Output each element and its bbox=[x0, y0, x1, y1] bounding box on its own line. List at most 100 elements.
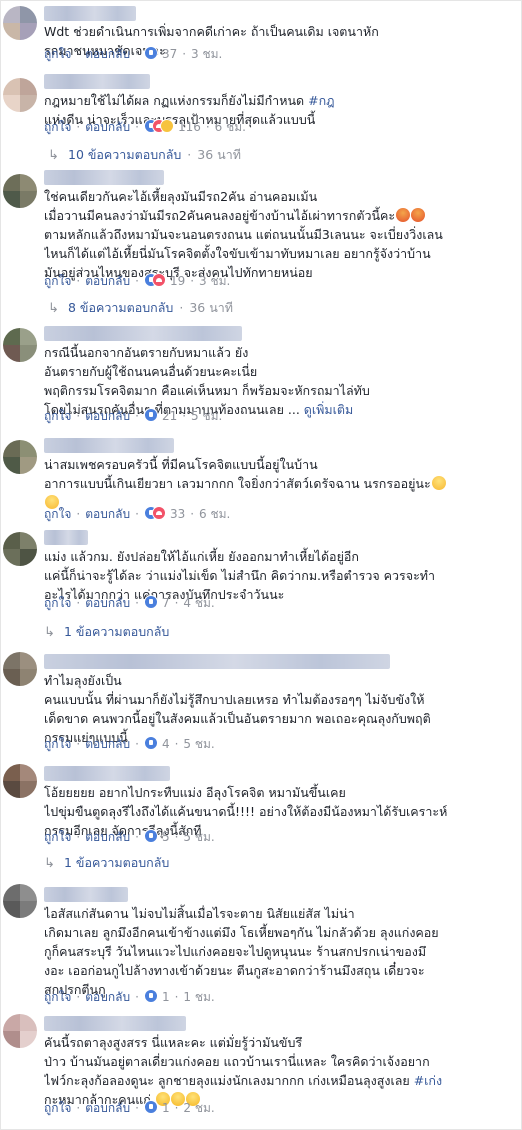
comment-line: งอะ เออก่อนกูไปล้างทางเข้าด้วยนะ ตีนกูสะ… bbox=[44, 963, 425, 978]
angry-emoji-icon bbox=[411, 208, 426, 222]
like-link[interactable]: ถูกใจ bbox=[44, 596, 71, 610]
avatar[interactable] bbox=[3, 1014, 37, 1048]
comment-line: เด็ดขาด คนพวกนี้อยู่ในสังคมแล้วเป็นอันตร… bbox=[44, 711, 431, 726]
view-replies-link[interactable]: ↳ 8 ข้อความตอบกลับ · 36 นาที bbox=[48, 300, 233, 316]
replies-timestamp: 36 นาที bbox=[197, 147, 241, 162]
comment-line: อันตรายกับผู้ใช้ถนนคนอื่นด้วยนะคะเนี่ย bbox=[44, 364, 258, 379]
reactions[interactable] bbox=[143, 46, 159, 60]
comment: ไอสัสแก่สันดาน ไม่จบไม่สิ้นเมื่อไรจะตาย … bbox=[0, 880, 522, 1008]
comment-text: น่าสมเพชครอบครัวนี้ ที่มีคนโรคจิตแบบนี้อ… bbox=[44, 436, 514, 512]
timestamp[interactable]: 6 ชม. bbox=[215, 120, 246, 134]
like-link[interactable]: ถูกใจ bbox=[44, 274, 71, 288]
like-link[interactable]: ถูกใจ bbox=[44, 47, 71, 61]
reactions[interactable] bbox=[143, 989, 159, 1003]
comment-line: Wdt ช่วยดำเนินการเพิ่มจากคดีเก่าคะ ถ้าเป… bbox=[44, 24, 379, 39]
see-more-link[interactable]: ดูเพิ่มเติม bbox=[304, 402, 354, 417]
comment: แม่ง แล้วกม. ยังปล่อยให้ไอ้แก่เหี้ย ยังอ… bbox=[0, 528, 522, 618]
reply-arrow-icon: ↳ bbox=[44, 625, 55, 640]
view-replies-link[interactable]: ↳ 10 ข้อความตอบกลับ · 36 นาที bbox=[48, 147, 241, 163]
comment-line: น่าสมเพชครอบครัวนี้ ที่มีคนโรคจิตแบบนี้อ… bbox=[44, 457, 318, 472]
reactions[interactable] bbox=[143, 408, 159, 422]
reactions[interactable] bbox=[143, 506, 167, 520]
hashtag-link[interactable]: #เก่ง bbox=[414, 1073, 442, 1088]
reactions[interactable] bbox=[143, 273, 167, 287]
like-reaction-icon bbox=[143, 408, 158, 422]
timestamp[interactable]: 5 ชม. bbox=[183, 737, 214, 751]
like-link[interactable]: ถูกใจ bbox=[44, 830, 71, 844]
comment: กฎหมายใช้ไม่ได้ผล กฏแห่งกรรมก็ยังไม่มีกำ… bbox=[0, 72, 522, 142]
comment-text: แม่ง แล้วกม. ยังปล่อยให้ไอ้แก่เหี้ย ยังอ… bbox=[44, 528, 514, 604]
like-reaction-icon bbox=[143, 736, 158, 750]
avatar[interactable] bbox=[3, 6, 37, 40]
like-link[interactable]: ถูกใจ bbox=[44, 1101, 71, 1115]
comment-text: คันนี้รถตาลุงสูงสรร นี่แหละคะ แต่มั่ยรู้… bbox=[44, 1014, 514, 1109]
avatar[interactable] bbox=[3, 328, 37, 362]
reactions[interactable] bbox=[143, 829, 159, 843]
comment-line: แค่นี้ก็น่าจะรู้ได้ละ ว่าแม่งไม่เข็ด ไม่… bbox=[44, 568, 436, 583]
reply-link[interactable]: ตอบกลับ bbox=[85, 830, 130, 844]
avatar[interactable] bbox=[3, 440, 37, 474]
timestamp[interactable]: 6 ชม. bbox=[199, 507, 230, 521]
comment-actions: ถูกใจ · ตอบกลับ · 33 · 6 ชม. bbox=[44, 506, 231, 521]
comment-text: ใช่คนเดียวกันคะไอ้เหี้ยลุงมันมีรถ2คัน อ่… bbox=[44, 168, 514, 282]
comment-actions: ถูกใจ · ตอบกลับ · 5 · 5 ชม. bbox=[44, 829, 215, 844]
reply-link[interactable]: ตอบกลับ bbox=[85, 507, 130, 521]
like-link[interactable]: ถูกใจ bbox=[44, 120, 71, 134]
reactions[interactable] bbox=[143, 736, 159, 750]
timestamp[interactable]: 3 ชม. bbox=[191, 47, 222, 61]
view-replies-link[interactable]: ↳ 1 ข้อความตอบกลับ bbox=[44, 855, 169, 871]
comment-line: กรณีนี้นอกจากอันตรายกับหมาแล้ว ยัง bbox=[44, 345, 249, 360]
reaction-count: 37 bbox=[161, 47, 178, 61]
angry-emoji-icon bbox=[396, 208, 411, 222]
like-link[interactable]: ถูกใจ bbox=[44, 990, 71, 1004]
timestamp[interactable]: 1 ชม. bbox=[183, 990, 214, 1004]
comment-line: ไหนก็ได้แต่ไอ้เหี้ยนี่มันโรคจิตตั้งใจขับ… bbox=[44, 246, 431, 261]
reply-link[interactable]: ตอบกลับ bbox=[85, 274, 130, 288]
comment-actions: ถูกใจ · ตอบกลับ · 7 · 4 ชม. bbox=[44, 595, 215, 610]
reply-link[interactable]: ตอบกลับ bbox=[85, 1101, 130, 1115]
comment-line: ไฟว์กะลุงก้อลองดูนะ ลูกชายลุงแม่งนักเลงม… bbox=[44, 1073, 414, 1088]
comment-line: อาการแบบนี้เกินเยียวยา เลวมากกก ใจยิ่งกว… bbox=[44, 476, 431, 491]
comment: ใช่คนเดียวกันคะไอ้เหี้ยลุงมันมีรถ2คัน อ่… bbox=[0, 168, 522, 294]
reactions[interactable] bbox=[143, 1100, 159, 1114]
like-link[interactable]: ถูกใจ bbox=[44, 409, 71, 423]
hashtag-link[interactable]: #กฎ bbox=[308, 93, 334, 108]
timestamp[interactable]: 2 ชม. bbox=[183, 1101, 214, 1115]
view-replies-link[interactable]: ↳ 1 ข้อความตอบกลับ bbox=[44, 624, 169, 640]
comment: โอ้ยยยยย อยากไปกระทืบแม่ง อีลุงโรคจิต หม… bbox=[0, 762, 522, 852]
reactions[interactable] bbox=[143, 119, 175, 133]
comment-line: กูก็คนสระบุรี วันไหนแวะไปแก่งคอยจะไปดูหน… bbox=[44, 944, 427, 959]
reply-link[interactable]: ตอบกลับ bbox=[85, 990, 130, 1004]
comment-text: กรณีนี้นอกจากอันตรายกับหมาแล้ว ยัง อันตร… bbox=[44, 324, 514, 419]
like-reaction-icon bbox=[143, 1100, 158, 1114]
comment-actions: ถูกใจ · ตอบกลับ · 37 · 3 ชม. bbox=[44, 46, 223, 61]
avatar[interactable] bbox=[3, 532, 37, 566]
reply-link[interactable]: ตอบกลับ bbox=[85, 409, 130, 423]
avatar[interactable] bbox=[3, 174, 37, 208]
comment-text: ไอสัสแก่สันดาน ไม่จบไม่สิ้นเมื่อไรจะตาย … bbox=[44, 885, 514, 999]
reply-link[interactable]: ตอบกลับ bbox=[85, 596, 130, 610]
like-link[interactable]: ถูกใจ bbox=[44, 507, 71, 521]
reply-link[interactable]: ตอบกลับ bbox=[85, 120, 130, 134]
reply-link[interactable]: ตอบกลับ bbox=[85, 47, 130, 61]
avatar[interactable] bbox=[3, 652, 37, 686]
reaction-count: 116 bbox=[177, 120, 201, 134]
comment: กรณีนี้นอกจากอันตรายกับหมาแล้ว ยัง อันตร… bbox=[0, 322, 522, 430]
reply-arrow-icon: ↳ bbox=[44, 856, 55, 871]
like-link[interactable]: ถูกใจ bbox=[44, 737, 71, 751]
like-reaction-icon bbox=[143, 595, 158, 609]
avatar[interactable] bbox=[3, 764, 37, 798]
timestamp[interactable]: 4 ชม. bbox=[183, 596, 214, 610]
reply-link[interactable]: ตอบกลับ bbox=[85, 737, 130, 751]
reactions[interactable] bbox=[143, 595, 159, 609]
reaction-count: 4 bbox=[161, 737, 170, 751]
avatar[interactable] bbox=[3, 884, 37, 918]
avatar[interactable] bbox=[3, 78, 37, 112]
comment-line: แม่ง แล้วกม. ยังปล่อยให้ไอ้แก่เหี้ย ยังอ… bbox=[44, 549, 359, 564]
timestamp[interactable]: 5 ชม. bbox=[191, 409, 222, 423]
like-reaction-icon bbox=[143, 989, 158, 1003]
timestamp[interactable]: 3 ชม. bbox=[199, 274, 230, 288]
timestamp[interactable]: 5 ชม. bbox=[183, 830, 214, 844]
comment: น่าสมเพชครอบครัวนี้ ที่มีคนโรคจิตแบบนี้อ… bbox=[0, 434, 522, 524]
love-reaction-icon bbox=[151, 273, 166, 287]
